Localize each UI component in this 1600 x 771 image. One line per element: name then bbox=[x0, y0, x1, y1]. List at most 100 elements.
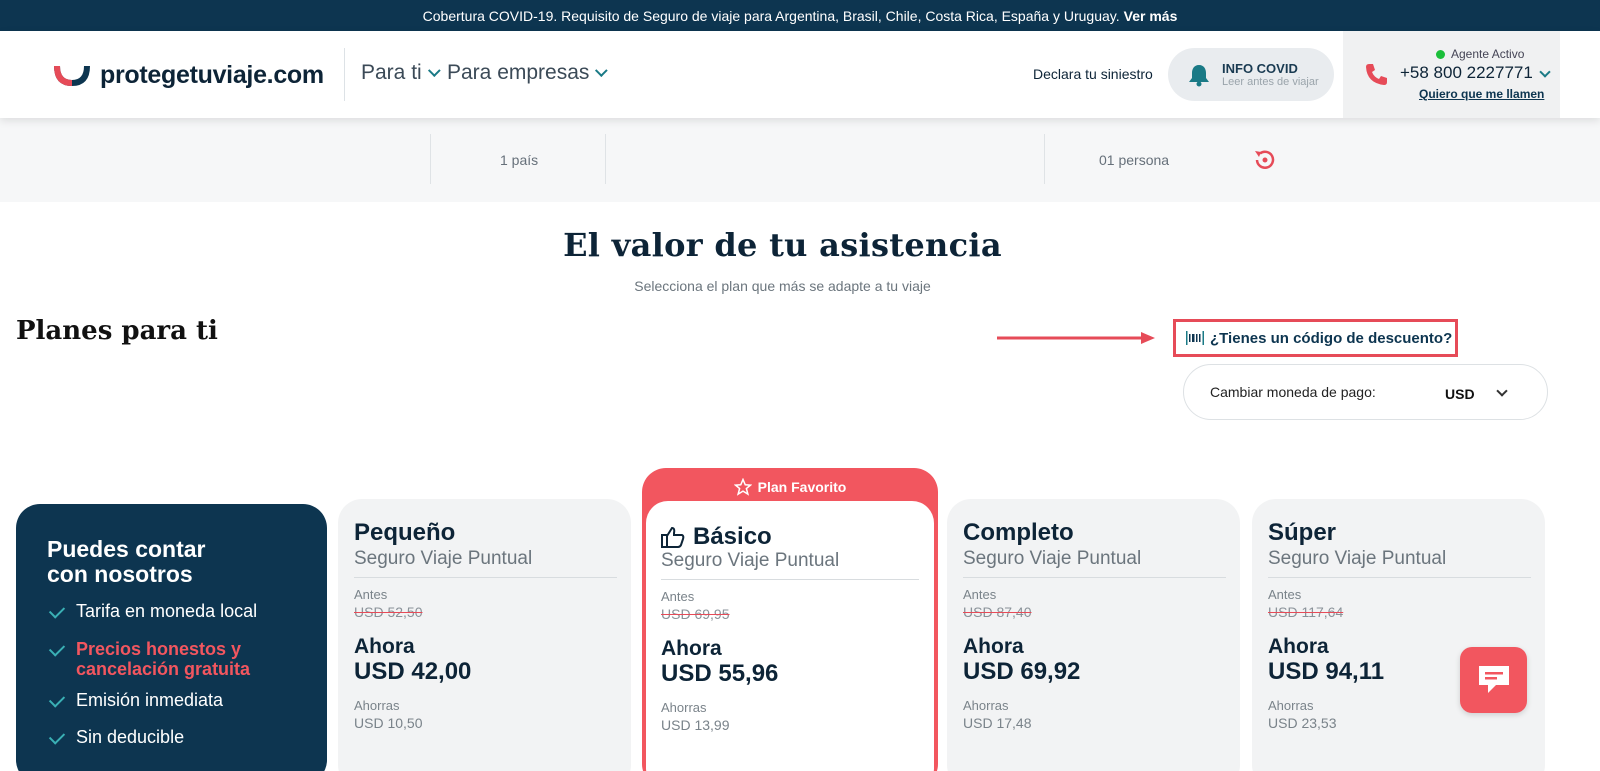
price: USD 69,92 bbox=[963, 658, 1081, 685]
plan-type: Seguro Viaje Puntual bbox=[1268, 548, 1447, 569]
plan-card-basico[interactable]: Plan Favorito Básico Seguro Viaje Puntua… bbox=[642, 468, 938, 771]
status-dot bbox=[1436, 49, 1445, 59]
old-price-label: Antes bbox=[1268, 587, 1302, 602]
savings-label: Ahorras bbox=[661, 700, 707, 715]
callback-link[interactable]: Quiero que me llamen bbox=[1419, 87, 1544, 101]
plan-card-inner: Básico Seguro Viaje Puntual Antes USD 69… bbox=[646, 501, 934, 771]
thumbs-up-icon bbox=[661, 526, 685, 548]
chat-icon bbox=[1478, 666, 1509, 693]
info-item: Emisión inmediata bbox=[48, 690, 224, 711]
plans-heading: Planes para ti bbox=[16, 316, 218, 346]
old-price: USD 69,95 bbox=[661, 606, 730, 622]
reset-icon[interactable] bbox=[1252, 147, 1278, 173]
phone-number[interactable]: +58 800 2227771 bbox=[1400, 63, 1533, 83]
info-item: Sin deducible bbox=[48, 727, 185, 748]
currency-label: Cambiar moneda de pago: bbox=[1210, 384, 1376, 400]
savings: USD 10,50 bbox=[354, 715, 423, 731]
banner-link[interactable]: Ver más bbox=[1124, 8, 1178, 24]
phone-box[interactable]: Agente Activo +58 800 2227771 Quiero que… bbox=[1343, 31, 1560, 118]
info-item-text: Sin deducible bbox=[76, 727, 185, 747]
info-item: Tarifa en moneda local bbox=[48, 601, 258, 622]
price: USD 42,00 bbox=[354, 658, 472, 685]
agent-status-text: Agente Activo bbox=[1451, 47, 1525, 61]
plan-name: Pequeño bbox=[354, 519, 456, 546]
old-price: USD 52,50 bbox=[354, 604, 423, 620]
declara-siniestro-link[interactable]: Declara tu siniestro bbox=[1033, 66, 1153, 82]
divider bbox=[354, 577, 617, 578]
phone-icon bbox=[1366, 64, 1387, 85]
info-item-text: Emisión inmediata bbox=[76, 690, 224, 710]
old-price: USD 117,64 bbox=[1268, 604, 1344, 620]
star-icon bbox=[733, 478, 752, 496]
plan-name: Básico bbox=[693, 523, 772, 550]
savings-label: Ahorras bbox=[963, 698, 1009, 713]
currency-select[interactable]: Cambiar moneda de pago: USD bbox=[1183, 364, 1548, 420]
plan-card-pequeno[interactable]: Pequeño Seguro Viaje Puntual Antes USD 5… bbox=[338, 499, 631, 771]
check-icon bbox=[48, 691, 66, 708]
nav-label: Para empresas bbox=[447, 61, 590, 84]
plan-type: Seguro Viaje Puntual bbox=[354, 548, 533, 569]
currency-value: USD bbox=[1445, 386, 1475, 402]
divider bbox=[661, 579, 919, 580]
price-label: Ahora bbox=[963, 635, 1024, 658]
banner-text: Cobertura COVID-19. Requisito de Seguro … bbox=[422, 7, 1120, 24]
old-price-label: Antes bbox=[661, 589, 695, 604]
people-value[interactable]: 01 persona bbox=[1099, 152, 1169, 168]
agent-status: Agente Activo bbox=[1436, 47, 1524, 61]
savings: USD 23,53 bbox=[1268, 715, 1337, 731]
discount-code-link[interactable]: ¿Tienes un código de descuento? bbox=[1173, 319, 1458, 357]
divider bbox=[430, 134, 431, 184]
nav-para-empresas[interactable]: Para empresas bbox=[447, 61, 609, 85]
check-icon bbox=[48, 602, 66, 619]
nav-para-ti[interactable]: Para ti bbox=[361, 61, 441, 85]
chevron-down-icon[interactable] bbox=[1539, 66, 1551, 78]
plan-name-row: Básico bbox=[661, 523, 772, 551]
old-price-label: Antes bbox=[963, 587, 997, 602]
top-banner: Cobertura COVID-19. Requisito de Seguro … bbox=[0, 0, 1600, 31]
info-covid-title: INFO COVID bbox=[1222, 61, 1298, 76]
divider bbox=[1268, 577, 1531, 578]
info-covid-button[interactable]: INFO COVID Leer antes de viajar bbox=[1168, 48, 1334, 101]
plan-card-super[interactable]: Súper Seguro Viaje Puntual Antes USD 117… bbox=[1252, 499, 1545, 771]
chat-button[interactable] bbox=[1460, 647, 1527, 713]
plan-name: Súper bbox=[1268, 519, 1337, 546]
chevron-down-icon bbox=[427, 63, 441, 77]
page-title: El valor de tu asistencia bbox=[563, 226, 1002, 264]
plan-type: Seguro Viaje Puntual bbox=[963, 548, 1142, 569]
price-label: Ahora bbox=[354, 635, 415, 658]
site-header: protegetuviaje.com Para ti Para empresas… bbox=[0, 31, 1600, 118]
check-icon bbox=[48, 728, 66, 745]
logo-text: protegetuviaje.com bbox=[100, 61, 324, 89]
page-subtitle: Selecciona el plan que más se adapte a t… bbox=[634, 278, 931, 294]
search-summary: 1 país 01 persona bbox=[0, 118, 1600, 202]
savings-label: Ahorras bbox=[354, 698, 400, 713]
barcode-icon bbox=[1186, 331, 1204, 345]
header-divider bbox=[344, 48, 345, 101]
plan-type: Seguro Viaje Puntual bbox=[661, 550, 840, 571]
bell-icon bbox=[1189, 64, 1209, 86]
countries-value[interactable]: 1 país bbox=[500, 152, 538, 168]
plan-card-completo[interactable]: Completo Seguro Viaje Puntual Antes USD … bbox=[947, 499, 1240, 771]
price-label: Ahora bbox=[1268, 635, 1329, 658]
old-price: USD 87,40 bbox=[963, 604, 1032, 620]
price: USD 55,96 bbox=[661, 660, 779, 687]
info-card: Puedes contar con nosotros Tarifa en mon… bbox=[16, 504, 327, 771]
info-covid-subtitle: Leer antes de viajar bbox=[1222, 76, 1319, 88]
divider bbox=[1044, 134, 1045, 184]
plan-name: Completo bbox=[963, 519, 1074, 546]
check-icon bbox=[48, 640, 66, 657]
discount-code-text: ¿Tienes un código de descuento? bbox=[1210, 329, 1453, 347]
info-item: Precios honestos y cancelación gratuita bbox=[48, 639, 300, 679]
favorite-ribbon-text: Plan Favorito bbox=[757, 479, 847, 495]
old-price-label: Antes bbox=[354, 587, 388, 602]
chevron-down-icon bbox=[595, 63, 609, 77]
chevron-down-icon bbox=[1496, 385, 1508, 397]
info-item-text: Tarifa en moneda local bbox=[76, 601, 258, 621]
info-item-text: Precios honestos y cancelación gratuita bbox=[76, 639, 251, 679]
logo-mark-icon bbox=[54, 65, 90, 86]
divider bbox=[605, 134, 606, 184]
logo[interactable]: protegetuviaje.com bbox=[50, 61, 324, 90]
price-label: Ahora bbox=[661, 637, 722, 660]
arrow-right-icon bbox=[997, 332, 1155, 344]
info-card-heading: Puedes contar con nosotros bbox=[47, 536, 206, 587]
